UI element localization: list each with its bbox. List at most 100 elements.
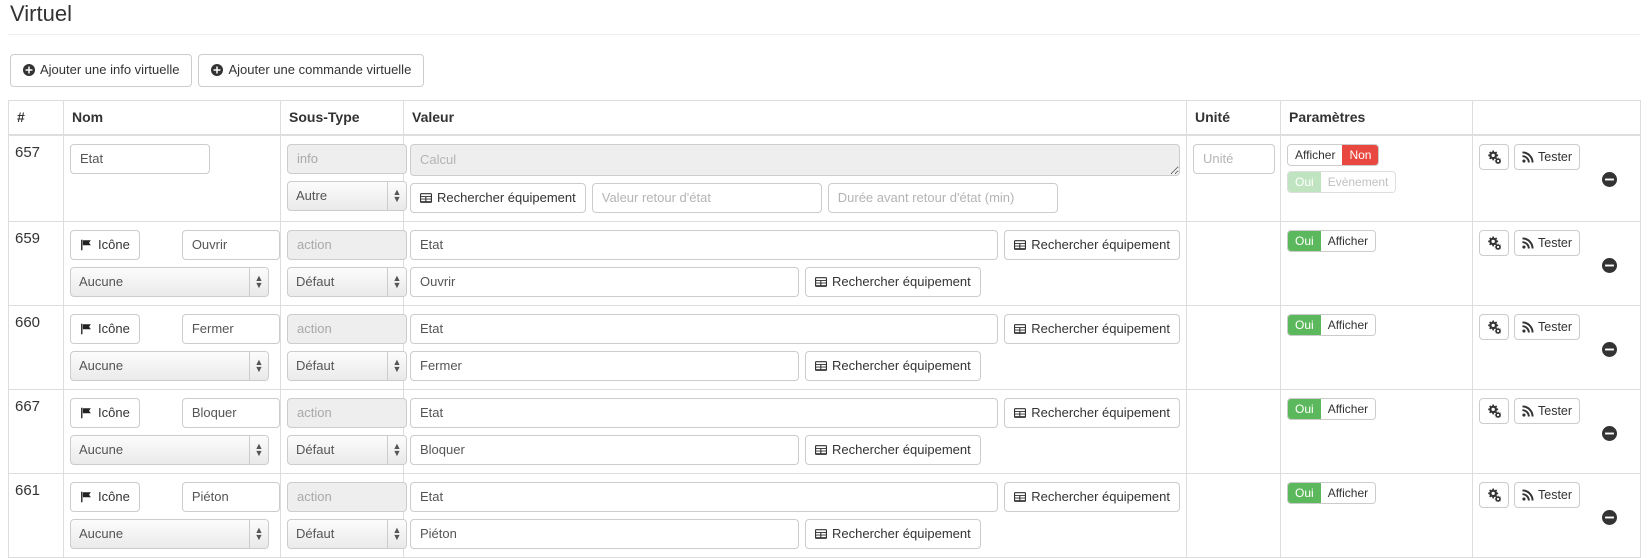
value-state-input[interactable]	[410, 229, 999, 260]
name-icon-select[interactable]: Aucune	[70, 434, 269, 465]
test-button[interactable]: Tester	[1514, 313, 1581, 340]
icon-picker-button[interactable]: Icône	[70, 229, 140, 260]
search-equipment-button[interactable]: Rechercher équipement	[805, 518, 981, 549]
minus-circle-icon[interactable]	[1602, 171, 1617, 187]
param-switch[interactable]: Oui Afficher	[1287, 481, 1377, 504]
search-equipment-button[interactable]: Rechercher équipement	[805, 350, 981, 381]
minus-circle-icon[interactable]	[1602, 257, 1617, 273]
test-button[interactable]: Tester	[1514, 143, 1581, 170]
column-header-nom: Nom	[63, 99, 281, 136]
value-state-input[interactable]	[410, 481, 999, 512]
subtype-select[interactable]: Défaut	[287, 518, 407, 549]
search-equipment-button[interactable]: Rechercher équipement	[1004, 397, 1180, 428]
test-button[interactable]: Tester	[1514, 229, 1581, 256]
name-icon-select[interactable]: Aucune	[70, 266, 269, 297]
value-state-input[interactable]	[410, 397, 999, 428]
return-state-delay-input[interactable]	[827, 182, 1058, 213]
flag-icon	[80, 323, 93, 335]
subtype-select[interactable]: Défaut	[287, 266, 407, 297]
parameters-cell: Oui Afficher	[1280, 304, 1473, 390]
rss-icon	[1522, 405, 1534, 417]
name-icon-select-wrap: Aucune ▲ ▼	[70, 518, 269, 549]
name-icon-select[interactable]: Aucune	[70, 518, 269, 549]
unite-input[interactable]	[1193, 143, 1275, 174]
value-action-input[interactable]	[410, 266, 799, 297]
icon-picker-button[interactable]: Icône	[70, 313, 140, 344]
search-equipment-button[interactable]: Rechercher équipement	[805, 434, 981, 465]
value-state-input[interactable]	[410, 313, 999, 344]
parameters-switch-stack: Oui Afficher	[1287, 229, 1466, 252]
calcul-textarea[interactable]	[410, 143, 1180, 176]
table-icon	[1014, 239, 1027, 251]
value-action-input[interactable]	[410, 350, 799, 381]
table-body: 657Autre▲▼Rechercher équipementAfficherN…	[8, 134, 1641, 558]
param-switch[interactable]: Oui Afficher	[1287, 313, 1377, 336]
search-equipment-button[interactable]: Rechercher équipement	[1004, 313, 1180, 344]
row-actions: Tester	[1479, 313, 1634, 340]
table-row: 659IcôneAucune▲▼Défaut▲▼Rechercher équip…	[8, 220, 1641, 306]
param-switch[interactable]: Afficher Non	[1287, 143, 1380, 166]
column-header-id: #	[8, 99, 64, 136]
add-virtual-info-button[interactable]: Ajouter une info virtuelle	[10, 54, 193, 87]
search-equipment-button[interactable]: Rechercher équipement	[1004, 481, 1180, 512]
search-equipment-button[interactable]: Rechercher équipement	[1004, 229, 1180, 260]
table-row: 660IcôneAucune▲▼Défaut▲▼Rechercher équip…	[8, 304, 1641, 390]
search-equipment-label: Rechercher équipement	[1031, 405, 1170, 421]
name-icon-select-wrap: Aucune ▲ ▼	[70, 266, 269, 297]
name-input[interactable]	[181, 229, 280, 260]
rss-icon	[1522, 489, 1534, 501]
parameters-switch-stack: Oui Afficher	[1287, 481, 1466, 504]
param-switch-on-label: Oui	[1288, 230, 1321, 251]
row-id: 657	[8, 134, 64, 222]
configure-button[interactable]	[1479, 397, 1509, 424]
table-header: # Nom Sous-Type Valeur Unité Paramètres	[8, 99, 1641, 136]
column-header-unite: Unité	[1186, 99, 1281, 136]
row-actions: Tester	[1479, 229, 1634, 256]
valeur-cell: Rechercher équipement	[403, 134, 1187, 222]
configure-button[interactable]	[1479, 143, 1509, 170]
minus-circle-icon[interactable]	[1602, 425, 1617, 441]
test-button-label: Tester	[1538, 403, 1573, 418]
configure-button[interactable]	[1479, 313, 1509, 340]
minus-circle-icon[interactable]	[1602, 341, 1617, 357]
column-header-actions	[1472, 99, 1641, 136]
configure-button[interactable]	[1479, 481, 1509, 508]
page-title: Virtuel	[8, 0, 1640, 36]
param-switch[interactable]: Oui Afficher	[1287, 397, 1377, 420]
test-button[interactable]: Tester	[1514, 397, 1581, 424]
search-equipment-button[interactable]: Rechercher équipement	[805, 266, 981, 297]
test-button[interactable]: Tester	[1514, 481, 1581, 508]
test-button-label: Tester	[1538, 149, 1573, 164]
value-action-input[interactable]	[410, 434, 799, 465]
subtype-select-wrap: Autre ▲ ▼	[287, 180, 407, 211]
name-icon-select[interactable]: Aucune	[70, 350, 269, 381]
name-input[interactable]	[181, 313, 280, 344]
search-equipment-button[interactable]: Rechercher équipement	[410, 182, 586, 213]
icon-picker-button[interactable]: Icône	[70, 481, 140, 512]
name-input[interactable]	[181, 481, 280, 512]
name-input[interactable]	[70, 143, 210, 174]
subtype-select[interactable]: Défaut	[287, 434, 407, 465]
column-header-soustype: Sous-Type	[280, 99, 404, 136]
virtual-page: Virtuel Ajouter une info virtuelle Ajout…	[0, 0, 1648, 558]
icon-picker-button[interactable]: Icône	[70, 397, 140, 428]
nom-cell: Icône Aucune▲▼	[63, 304, 281, 390]
param-switch-on-label: Non	[1342, 144, 1379, 165]
subtype-select[interactable]: Défaut	[287, 350, 407, 381]
name-input[interactable]	[181, 397, 280, 428]
unite-cell	[1186, 388, 1281, 474]
subtype-select-wrap: Défaut ▲ ▼	[287, 434, 407, 465]
param-switch[interactable]: Oui Afficher	[1287, 229, 1377, 252]
param-switch-on-label: Oui	[1288, 398, 1321, 419]
subtype-select[interactable]: Autre	[287, 180, 407, 211]
column-header-parametres: Paramètres	[1280, 99, 1473, 136]
return-state-value-input[interactable]	[591, 182, 822, 213]
table-icon	[815, 528, 827, 540]
minus-circle-icon[interactable]	[1602, 509, 1617, 525]
soustype-cell: Défaut▲▼	[280, 304, 407, 390]
nom-cell: Icône Aucune▲▼	[63, 472, 281, 558]
name-icon-select-wrap: Aucune ▲ ▼	[70, 434, 269, 465]
configure-button[interactable]	[1479, 229, 1509, 256]
add-virtual-command-button[interactable]: Ajouter une commande virtuelle	[198, 54, 425, 87]
value-action-input[interactable]	[410, 518, 799, 549]
